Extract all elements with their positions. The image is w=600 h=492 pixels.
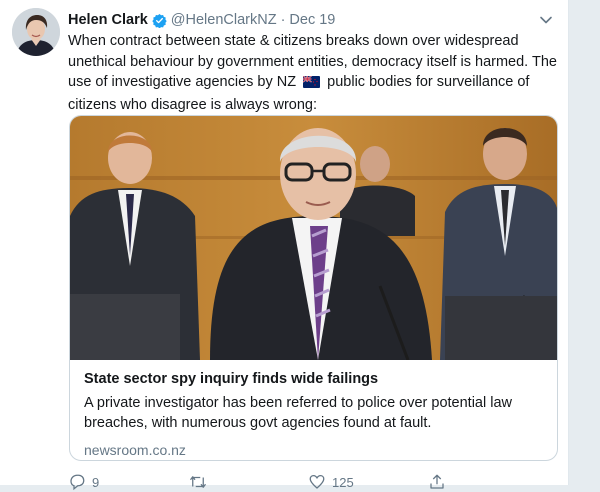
like-count: 125: [332, 474, 354, 490]
share-button[interactable]: [428, 473, 548, 491]
chevron-down-icon[interactable]: [538, 12, 554, 28]
reply-icon: [70, 474, 85, 491]
like-button[interactable]: 125: [308, 473, 428, 491]
card-domain: newsroom.co.nz: [84, 442, 186, 458]
retweet-button[interactable]: [188, 473, 308, 491]
author-handle[interactable]: @HelenClarkNZ: [171, 12, 277, 28]
card-image[interactable]: [70, 116, 557, 361]
retweet-icon: [189, 476, 207, 488]
share-icon: [430, 474, 444, 489]
reply-button[interactable]: 9: [68, 473, 188, 491]
tweet-actions: 9 125: [68, 472, 548, 492]
tweet-header: Helen Clark @HelenClarkNZ · Dec 19: [68, 10, 554, 30]
news-photo-image: [70, 116, 557, 361]
author-name[interactable]: Helen Clark: [68, 12, 148, 28]
new-zealand-flag-icon: [302, 74, 321, 95]
tweet-date[interactable]: Dec 19: [289, 12, 335, 28]
card-title[interactable]: State sector spy inquiry finds wide fail…: [84, 370, 543, 389]
avatar[interactable]: [12, 8, 60, 56]
like-icon: [309, 474, 325, 489]
card-description: A private investigator has been referred…: [84, 395, 512, 431]
avatar-image: [12, 8, 60, 56]
card-body: State sector spy inquiry finds wide fail…: [84, 370, 543, 458]
verified-badge-icon: [152, 13, 167, 28]
tweet[interactable]: Helen Clark @HelenClarkNZ · Dec 19 When …: [0, 0, 569, 491]
header-separator: ·: [280, 12, 286, 28]
reply-count: 9: [92, 474, 100, 490]
tweet-text: When contract between state & citizens b…: [68, 31, 558, 115]
link-card[interactable]: State sector spy inquiry finds wide fail…: [69, 115, 558, 461]
